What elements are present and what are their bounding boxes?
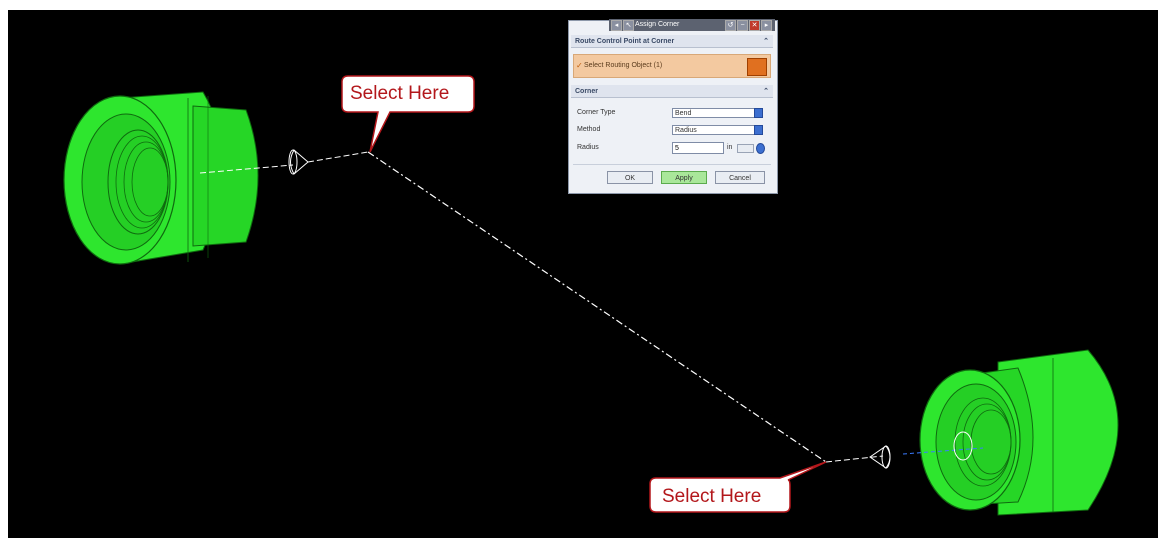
dropdown-arrow-icon[interactable]	[754, 125, 763, 135]
callout-bottom: Select Here	[649, 461, 827, 513]
corner-type-value: Bend	[675, 110, 692, 117]
method-value: Radius	[675, 127, 697, 134]
group-header-corner[interactable]: Corner ⌃	[571, 85, 773, 98]
group-title-corner: Corner	[575, 88, 598, 95]
radius-unit: in	[727, 144, 733, 151]
minimize-icon[interactable]: −	[737, 20, 748, 31]
apply-button[interactable]: Apply	[661, 171, 707, 184]
chevron-up-icon[interactable]: ⌃	[763, 85, 769, 98]
reset-icon[interactable]: ↺	[725, 20, 736, 31]
assign-corner-dialog: ◂ ↖ Assign Corner ↺ − ✕ ▸ Route Control …	[568, 19, 778, 194]
left-pipe-fitting[interactable]	[63, 91, 259, 265]
radius-label: Radius	[577, 144, 599, 151]
pointer-icon[interactable]: ↖	[623, 20, 634, 31]
direction-cone-left-icon	[288, 149, 309, 175]
corner-type-label: Corner Type	[577, 109, 616, 116]
group-header-route-control[interactable]: Route Control Point at Corner ⌃	[571, 35, 773, 48]
graphics-window[interactable]: Select Here Select Here ◂ ↖ Assign Corne…	[8, 10, 1158, 538]
button-separator	[573, 164, 771, 165]
unit-dropdown[interactable]	[737, 144, 754, 153]
selection-tool-icon[interactable]	[747, 58, 767, 76]
select-routing-object-label: Select Routing Object (1)	[584, 62, 663, 69]
method-select[interactable]: Radius	[672, 125, 762, 135]
expression-options-icon[interactable]	[756, 143, 765, 154]
cancel-button[interactable]: Cancel	[715, 171, 765, 184]
chevron-up-icon[interactable]: ⌃	[763, 35, 769, 48]
screenshot: Select Here Select Here ◂ ↖ Assign Corne…	[0, 0, 1164, 551]
right-pipe-fitting[interactable]	[919, 349, 1119, 516]
dropdown-arrow-icon[interactable]	[754, 108, 763, 118]
corner-type-select[interactable]: Bend	[672, 108, 762, 118]
select-routing-object-row[interactable]: ✓ Select Routing Object (1)	[573, 54, 771, 78]
forward-arrow-icon[interactable]: ▸	[761, 20, 772, 31]
callout-top-text: Select Here	[350, 83, 449, 104]
callout-bottom-text: Select Here	[662, 486, 761, 507]
route-path[interactable]	[199, 151, 984, 463]
method-label: Method	[577, 126, 601, 133]
radius-input[interactable]	[672, 142, 724, 154]
group-title-route-control: Route Control Point at Corner	[575, 38, 675, 45]
ok-button[interactable]: OK	[607, 171, 653, 184]
callout-top: Select Here	[341, 75, 475, 153]
back-arrow-icon[interactable]: ◂	[611, 20, 622, 31]
dialog-title: Assign Corner	[635, 21, 680, 28]
check-icon: ✓	[576, 61, 583, 70]
dialog-titlebar[interactable]: ◂ ↖ Assign Corner ↺ − ✕ ▸	[609, 19, 775, 31]
close-icon[interactable]: ✕	[749, 20, 760, 31]
